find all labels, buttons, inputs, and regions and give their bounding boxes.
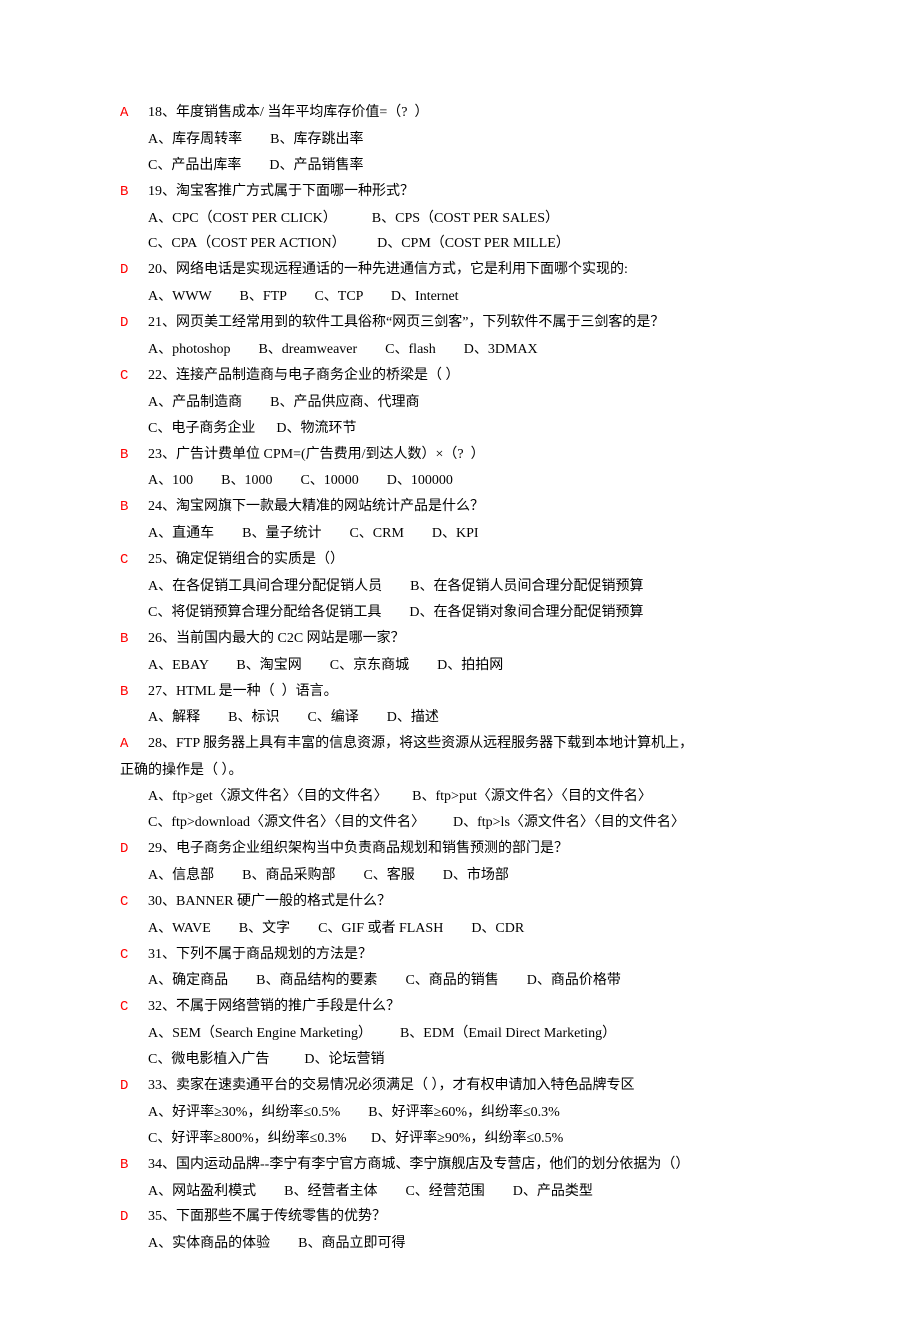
question-line: C31、下列不属于商品规划的方法是？: [120, 942, 800, 969]
question-line: A28、FTP 服务器上具有丰富的信息资源，将这些资源从远程服务器下载到本地计算…: [120, 731, 800, 758]
option-line: A、解释 B、标识 C、编译 D、描述: [120, 705, 800, 731]
option-line: A、在各促销工具间合理分配促销人员 B、在各促销人员间合理分配促销预算: [120, 574, 800, 600]
question-line: B24、淘宝网旗下一款最大精准的网站统计产品是什么？: [120, 494, 800, 521]
question-line: C25、确定促销组合的实质是（）: [120, 547, 800, 574]
option-line: A、WAVE B、文字 C、GIF 或者 FLASH D、CDR: [120, 916, 800, 942]
question-text: 29、电子商务企业组织架构当中负责商品规划和销售预测的部门是？: [148, 841, 568, 856]
answer-letter: B: [120, 680, 148, 706]
question-text: 20、网络电话是实现远程通话的一种先进通信方式，它是利用下面哪个实现的:: [148, 262, 628, 277]
question-line: D35、下面那些不属于传统零售的优势？: [120, 1204, 800, 1231]
option-line: C、产品出库率 D、产品销售率: [120, 153, 800, 179]
question-line: C22、连接产品制造商与电子商务企业的桥梁是（ ）: [120, 363, 800, 390]
answer-letter: C: [120, 943, 148, 969]
answer-letter: C: [120, 890, 148, 916]
question-line: C32、不属于网络营销的推广手段是什么？: [120, 994, 800, 1021]
question-text: 31、下列不属于商品规划的方法是？: [148, 947, 372, 962]
question-text: 18、年度销售成本/ 当年平均库存价值=（? ）: [148, 105, 429, 120]
option-line: A、WWW B、FTP C、TCP D、Internet: [120, 284, 800, 310]
answer-letter: C: [120, 364, 148, 390]
option-line: A、ftp>get〈源文件名〉〈目的文件名〉 B、ftp>put〈源文件名〉〈目…: [120, 784, 800, 810]
question-line: D29、电子商务企业组织架构当中负责商品规划和销售预测的部门是？: [120, 836, 800, 863]
option-line: A、photoshop B、dreamweaver C、flash D、3DMA…: [120, 337, 800, 363]
question-line: C30、BANNER 硬广一般的格式是什么？: [120, 889, 800, 916]
answer-letter: B: [120, 443, 148, 469]
question-line: B34、国内运动品牌--李宁有李宁官方商城、李宁旗舰店及专营店，他们的划分依据为…: [120, 1152, 800, 1179]
question-line: B23、广告计费单位 CPM=(广告费用/到达人数）×（? ）: [120, 442, 800, 469]
question-text: 24、淘宝网旗下一款最大精准的网站统计产品是什么？: [148, 499, 484, 514]
question-list: A18、年度销售成本/ 当年平均库存价值=（? ）A、库存周转率 B、库存跳出率…: [120, 100, 800, 1257]
option-line: C、ftp>download〈源文件名〉〈目的文件名〉 D、ftp>ls〈源文件…: [120, 810, 800, 836]
option-line: A、100 B、1000 C、10000 D、100000: [120, 468, 800, 494]
question-continuation: 正确的操作是（ ）。: [120, 758, 800, 784]
option-line: C、将促销预算合理分配给各促销工具 D、在各促销对象间合理分配促销预算: [120, 600, 800, 626]
option-line: A、EBAY B、淘宝网 C、京东商城 D、拍拍网: [120, 653, 800, 679]
question-text: 21、网页美工经常用到的软件工具俗称“网页三剑客”，下列软件不属于三剑客的是？: [148, 315, 664, 330]
option-line: A、信息部 B、商品采购部 C、客服 D、市场部: [120, 863, 800, 889]
answer-letter: D: [120, 311, 148, 337]
answer-letter: A: [120, 732, 148, 758]
answer-letter: C: [120, 995, 148, 1021]
question-text: 30、BANNER 硬广一般的格式是什么？: [148, 894, 391, 909]
option-line: A、实体商品的体验 B、商品立即可得: [120, 1231, 800, 1257]
option-line: A、网站盈利模式 B、经营者主体 C、经营范围 D、产品类型: [120, 1179, 800, 1205]
question-line: D21、网页美工经常用到的软件工具俗称“网页三剑客”，下列软件不属于三剑客的是？: [120, 310, 800, 337]
option-line: C、好评率≥800%，纠纷率≤0.3% D、好评率≥90%，纠纷率≤0.5%: [120, 1126, 800, 1152]
option-line: C、CPA（COST PER ACTION） D、CPM（COST PER MI…: [120, 231, 800, 257]
answer-letter: D: [120, 1074, 148, 1100]
answer-letter: B: [120, 180, 148, 206]
question-text: 27、HTML 是一种（ ）语言。: [148, 684, 338, 699]
option-line: C、微电影植入广告 D、论坛营销: [120, 1047, 800, 1073]
answer-letter: D: [120, 1205, 148, 1231]
option-line: A、确定商品 B、商品结构的要素 C、商品的销售 D、商品价格带: [120, 968, 800, 994]
option-line: A、产品制造商 B、产品供应商、代理商: [120, 390, 800, 416]
answer-letter: C: [120, 548, 148, 574]
option-line: A、好评率≥30%，纠纷率≤0.5% B、好评率≥60%，纠纷率≤0.3%: [120, 1100, 800, 1126]
question-text: 23、广告计费单位 CPM=(广告费用/到达人数）×（? ）: [148, 447, 485, 462]
answer-letter: D: [120, 837, 148, 863]
question-line: A18、年度销售成本/ 当年平均库存价值=（? ）: [120, 100, 800, 127]
question-line: D33、卖家在速卖通平台的交易情况必须满足（ ），才有权申请加入特色品牌专区: [120, 1073, 800, 1100]
option-line: A、SEM（Search Engine Marketing） B、EDM（Ema…: [120, 1021, 800, 1047]
answer-letter: A: [120, 101, 148, 127]
question-text: 32、不属于网络营销的推广手段是什么？: [148, 999, 400, 1014]
answer-letter: B: [120, 495, 148, 521]
question-text: 19、淘宝客推广方式属于下面哪一种形式？: [148, 184, 414, 199]
question-text: 35、下面那些不属于传统零售的优势？: [148, 1209, 386, 1224]
question-text: 28、FTP 服务器上具有丰富的信息资源，将这些资源从远程服务器下载到本地计算机…: [148, 736, 693, 751]
question-text: 22、连接产品制造商与电子商务企业的桥梁是（ ）: [148, 368, 460, 383]
question-line: D20、网络电话是实现远程通话的一种先进通信方式，它是利用下面哪个实现的:: [120, 257, 800, 284]
question-text: 34、国内运动品牌--李宁有李宁官方商城、李宁旗舰店及专营店，他们的划分依据为（…: [148, 1157, 689, 1172]
question-line: B19、淘宝客推广方式属于下面哪一种形式？: [120, 179, 800, 206]
question-line: B27、HTML 是一种（ ）语言。: [120, 679, 800, 706]
question-text: 33、卖家在速卖通平台的交易情况必须满足（ ），才有权申请加入特色品牌专区: [148, 1078, 635, 1093]
option-line: A、直通车 B、量子统计 C、CRM D、KPI: [120, 521, 800, 547]
question-line: B26、当前国内最大的 C2C 网站是哪一家？: [120, 626, 800, 653]
question-text: 26、当前国内最大的 C2C 网站是哪一家？: [148, 631, 405, 646]
question-text: 25、确定促销组合的实质是（）: [148, 552, 344, 567]
answer-letter: B: [120, 627, 148, 653]
answer-letter: D: [120, 258, 148, 284]
option-line: C、电子商务企业 D、物流环节: [120, 416, 800, 442]
option-line: A、CPC（COST PER CLICK） B、CPS（COST PER SAL…: [120, 206, 800, 232]
option-line: A、库存周转率 B、库存跳出率: [120, 127, 800, 153]
answer-letter: B: [120, 1153, 148, 1179]
